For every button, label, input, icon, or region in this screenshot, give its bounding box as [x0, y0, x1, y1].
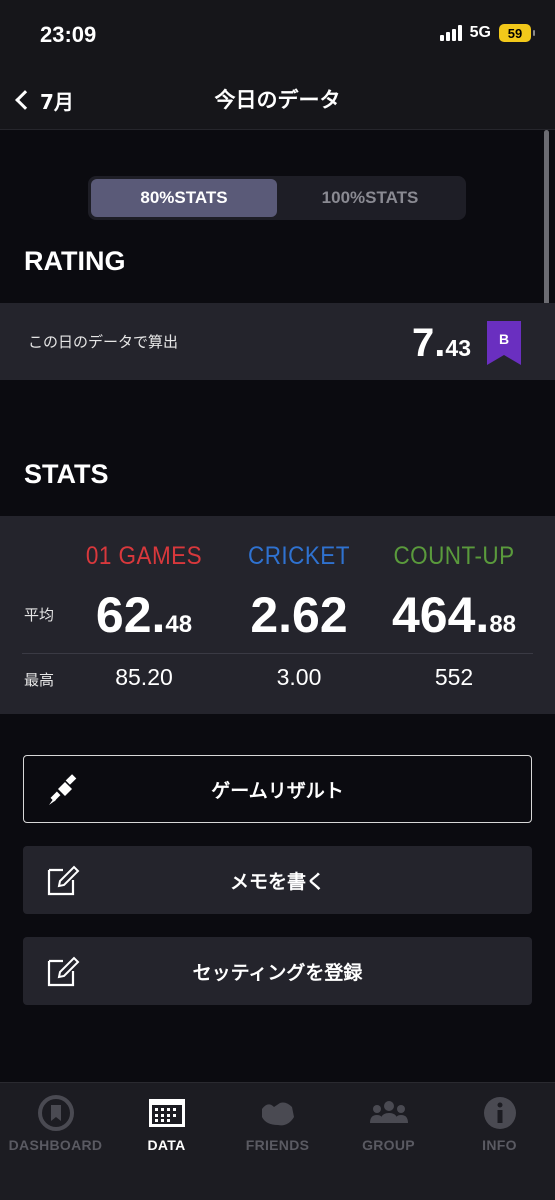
tab-friends-label: FRIENDS	[245, 1137, 310, 1153]
rating-value-integer: 7.	[412, 321, 446, 365]
bottom-tab-bar: DASHBOARD DATA FRIENDS GROUP INFO	[0, 1082, 555, 1200]
write-memo-label: メモを書く	[229, 870, 325, 893]
dart-icon	[49, 774, 77, 805]
group-icon	[369, 1095, 409, 1131]
stats-heading: STATS	[24, 459, 109, 489]
tab-friends[interactable]: FRIENDS	[222, 1083, 333, 1200]
edit-icon	[47, 865, 80, 896]
average-value-countup: 464.88	[364, 586, 544, 644]
segment-100-stats[interactable]: 100%STATS	[277, 179, 463, 217]
game-result-button[interactable]: ゲームリザルト	[23, 755, 532, 823]
tab-dashboard[interactable]: DASHBOARD	[0, 1083, 111, 1200]
page-title: 今日のデータ	[214, 88, 341, 112]
status-indicators: 5G 59	[439, 24, 535, 42]
average-value-countup-int: 464.	[391, 587, 490, 643]
average-value-01-int: 62.	[95, 587, 166, 643]
game-result-label: ゲームリザルト	[211, 779, 344, 802]
tab-group-label: GROUP	[362, 1137, 415, 1153]
rating-value-decimal: 43	[445, 335, 471, 361]
signal-icon	[439, 25, 462, 41]
rank-badge: B	[487, 321, 521, 365]
stats-divider	[22, 653, 533, 654]
stats-panel: 01 GAMES CRICKET COUNT-UP 平均 62.48 2.62 …	[0, 516, 555, 714]
rating-value: 7. 43	[412, 321, 471, 366]
average-value-cricket: 2.62	[209, 586, 389, 644]
dashboard-icon	[36, 1095, 76, 1131]
max-value-countup: 552	[434, 664, 474, 690]
game-header-countup: COUNT-UP	[393, 542, 515, 570]
rank-letter: B	[499, 331, 509, 347]
segment-80-stats[interactable]: 80%STATS	[91, 179, 277, 217]
stats-mode-segmented-control: 80%STATS 100%STATS	[88, 176, 466, 220]
average-value-cricket-int: 2.62	[250, 587, 348, 643]
register-setting-button[interactable]: セッティングを登録	[23, 937, 532, 1005]
rating-heading: RATING	[24, 246, 126, 276]
friends-icon	[258, 1095, 298, 1131]
tab-data[interactable]: DATA	[111, 1083, 222, 1200]
max-value-cricket: 3.00	[276, 664, 322, 690]
average-value-01-dec: 48	[165, 611, 193, 638]
status-bar: 23:09 5G 59	[0, 0, 555, 70]
status-time: 23:09	[40, 22, 97, 47]
calendar-icon	[147, 1095, 187, 1131]
tab-info[interactable]: INFO	[444, 1083, 555, 1200]
max-label: 最高	[24, 671, 55, 689]
register-setting-label: セッティングを登録	[192, 961, 363, 984]
rating-description: この日のデータで算出	[28, 333, 179, 351]
tab-group[interactable]: GROUP	[333, 1083, 444, 1200]
max-value-01: 85.20	[115, 664, 173, 690]
edit-icon	[47, 956, 80, 987]
game-header-cricket: CRICKET	[248, 542, 350, 570]
average-label: 平均	[24, 606, 55, 624]
average-value-countup-dec: 88	[489, 611, 517, 638]
battery-icon: 59	[499, 24, 535, 42]
average-value-01: 62.48	[54, 586, 234, 644]
navigation-bar: 7月 今日のデータ	[0, 70, 555, 130]
rating-row: この日のデータで算出 7. 43 B	[0, 303, 555, 380]
bookmark-icon: B	[487, 321, 521, 365]
battery-level: 59	[507, 25, 523, 41]
tab-dashboard-label: DASHBOARD	[8, 1137, 103, 1153]
write-memo-button[interactable]: メモを書く	[23, 846, 532, 914]
tab-data-label: DATA	[147, 1137, 186, 1153]
game-header-01: 01 GAMES	[85, 542, 203, 570]
tab-info-label: INFO	[482, 1137, 517, 1153]
info-icon	[480, 1095, 520, 1131]
network-label: 5G	[469, 24, 491, 41]
